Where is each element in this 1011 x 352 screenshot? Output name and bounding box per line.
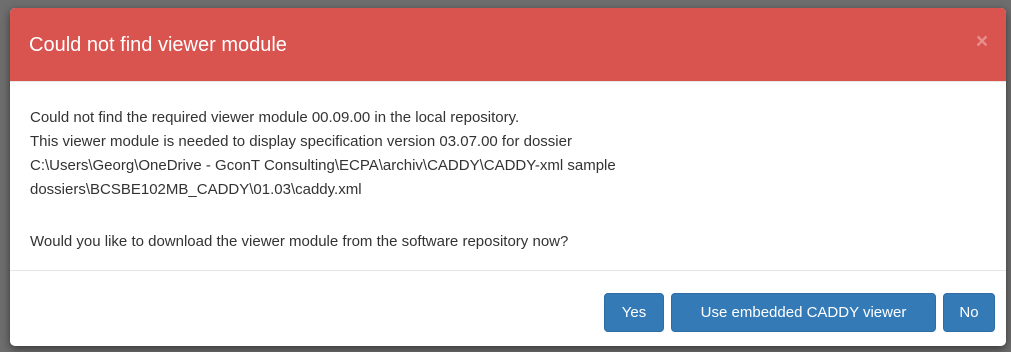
message-line-3: C:\Users\Georg\OneDrive - GconT Consulti… [30,157,616,174]
message-line-4: dossiers\BCSBE102MB_CADDY\01.03\caddy.xm… [30,181,362,198]
dialog-title: Could not find viewer module [29,34,287,56]
dialog-header: Could not find viewer module × [10,8,1006,82]
download-question: Would you like to download the viewer mo… [30,233,569,250]
error-dialog: Could not find viewer module × Could not… [10,8,1006,346]
use-embedded-viewer-button[interactable]: Use embedded CADDY viewer [671,293,936,332]
message-line-2: This viewer module is needed to display … [30,133,572,150]
footer-divider [10,270,1006,271]
dialog-body: Could not find the required viewer modul… [10,82,1006,270]
no-button[interactable]: No [943,293,995,332]
message-line-1: Could not find the required viewer modul… [30,109,520,126]
close-icon[interactable]: × [972,30,992,54]
yes-button[interactable]: Yes [604,293,664,332]
